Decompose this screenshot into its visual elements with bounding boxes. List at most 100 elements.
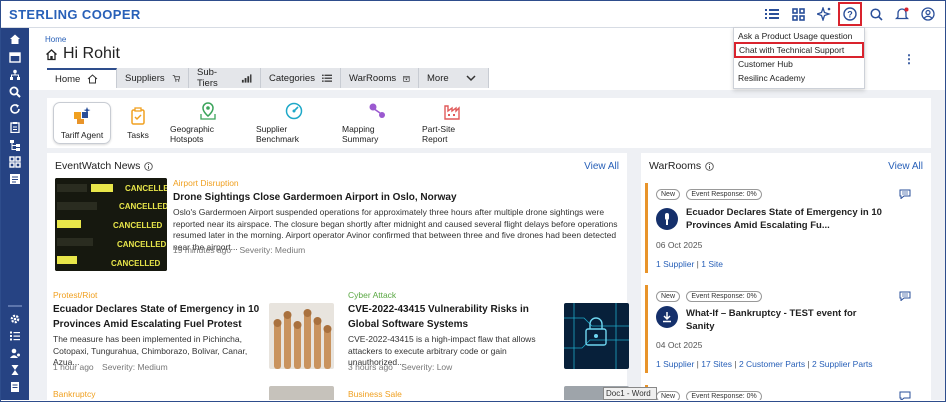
brand-logo[interactable]: STERLING COOPER — [9, 7, 141, 22]
tab-label: WarRooms — [349, 72, 397, 84]
warroom-card[interactable]: New Event Response: 0% — [645, 385, 921, 400]
list-view-icon[interactable] — [763, 5, 781, 23]
cancelled-sign: CANCELLED — [119, 202, 167, 211]
report-icon[interactable] — [8, 172, 22, 186]
menu-item-resilinc-academy[interactable]: Resilinc Academy — [734, 71, 864, 85]
quick-link-mapping-summary[interactable]: Mapping Summary — [337, 102, 417, 144]
menu-item-technical-support[interactable]: Chat with Technical Support — [734, 42, 864, 58]
warroom-badges: New Event Response: 0% — [656, 185, 765, 200]
quick-link-label: Geographic Hotspots — [170, 124, 214, 144]
tab-more[interactable]: More — [419, 68, 489, 88]
event-response-badge: Event Response: 0% — [686, 189, 762, 200]
news-time: 1 hour ago — [53, 362, 94, 372]
chat-icon[interactable] — [899, 391, 911, 400]
cyber-thumbnail[interactable] — [564, 303, 629, 369]
breadcrumb[interactable]: Home — [45, 35, 66, 44]
ai-sparkle-icon[interactable] — [815, 5, 833, 23]
calendar-icon[interactable] — [8, 50, 22, 64]
view-all-warrooms-link[interactable]: View All — [888, 161, 923, 172]
warroom-links: 1 Supplier | 1 Site — [656, 259, 723, 269]
tab-home[interactable]: Home — [47, 68, 117, 88]
view-all-news-link[interactable]: View All — [584, 161, 619, 172]
chat-icon[interactable] — [899, 189, 911, 199]
suppliers-link[interactable]: 1 Supplier — [656, 259, 694, 269]
warroom-card[interactable]: New Event Response: 0% Ecuador Declares … — [645, 183, 921, 273]
panel-title-text: WarRooms — [649, 160, 702, 172]
top-icons: ? — [763, 2, 937, 26]
protest-event-icon — [656, 208, 678, 230]
news-meta: 19 minutes ago Severity: Medium — [173, 245, 305, 255]
warroom-card[interactable]: New Event Response: 0% What-If – Bankrup… — [645, 285, 921, 373]
sites-link[interactable]: 1 Site — [701, 259, 723, 269]
tab-sub-tiers[interactable]: Sub-Tiers — [189, 67, 261, 89]
tab-label: More — [427, 72, 449, 84]
cancelled-sign: CANCELLED — [111, 259, 161, 268]
news-category-tag[interactable]: Cyber Attack — [348, 290, 396, 300]
quick-link-label: Mapping Summary — [342, 124, 379, 144]
checklist-icon[interactable] — [8, 329, 22, 343]
tab-label: Categories — [269, 72, 315, 84]
warroom-title[interactable]: What-If – Bankruptcy - TEST event for Sa… — [686, 307, 886, 333]
news-thumbnail[interactable] — [269, 386, 334, 400]
quick-link-supplier-benchmark[interactable]: Supplier Benchmark — [251, 102, 337, 144]
panel-title: EventWatch News — [55, 160, 154, 172]
sites-link[interactable]: 17 Sites — [701, 359, 732, 369]
search-icon[interactable] — [867, 5, 885, 23]
warroom-badges: New Event Response: 0% — [656, 387, 765, 400]
more-options-icon[interactable]: ⋮ — [903, 52, 915, 66]
featured-news-thumbnail[interactable]: CANCELLED CANCELLED CANCELLED CANCELLED … — [55, 178, 167, 271]
user-profile-icon[interactable] — [919, 5, 937, 23]
news-category-tag[interactable]: Business Sale — [348, 389, 402, 399]
clipboard-icon[interactable] — [8, 120, 22, 134]
tab-suppliers[interactable]: Suppliers — [117, 68, 189, 88]
news-headline[interactable]: Ecuador Declares State of Emergency in 1… — [53, 302, 263, 332]
user-group-icon[interactable] — [8, 346, 22, 360]
warroom-title[interactable]: Ecuador Declares State of Emergency in 1… — [686, 206, 886, 232]
suppliers-link[interactable]: 1 Supplier — [656, 359, 694, 369]
news-headline[interactable]: CVE-2022-43415 Vulnerability Risks in Gl… — [348, 302, 558, 332]
help-icon[interactable]: ? — [838, 2, 862, 26]
hierarchy-icon[interactable] — [8, 138, 22, 152]
supplier-parts-link[interactable]: 2 Supplier Parts — [812, 359, 872, 369]
search-icon[interactable] — [8, 85, 22, 99]
news-category-tag[interactable]: Bankruptcy — [53, 389, 96, 399]
settings-gear-icon[interactable] — [8, 312, 22, 326]
supplier-icon — [172, 74, 180, 82]
menu-item-product-usage[interactable]: Ask a Product Usage question — [734, 29, 864, 43]
quick-link-label: Tariff Agent — [60, 130, 104, 140]
panel-title-text: EventWatch News — [55, 160, 141, 172]
tab-warrooms[interactable]: WarRooms — [341, 68, 419, 88]
quick-link-label: Part-Site Report — [422, 124, 456, 144]
factory-icon — [443, 102, 461, 120]
quick-link-tasks[interactable]: Tasks — [111, 102, 165, 144]
chat-icon[interactable] — [899, 291, 911, 301]
news-category-tag[interactable]: Protest/Riot — [53, 290, 97, 300]
panel-title: WarRooms — [649, 160, 714, 172]
tariff-agent-icon — [72, 106, 92, 126]
news-severity: Severity: Low — [401, 362, 453, 372]
home-icon[interactable] — [8, 32, 22, 46]
notification-bell-icon[interactable] — [893, 5, 911, 23]
chevron-down-icon — [466, 74, 476, 81]
hourglass-icon[interactable] — [8, 363, 22, 377]
info-icon[interactable] — [705, 161, 714, 171]
quick-link-tariff-agent[interactable]: Tariff Agent — [53, 102, 111, 144]
tab-categories[interactable]: Categories — [261, 68, 341, 88]
new-badge: New — [656, 189, 681, 200]
news-headline[interactable]: Drone Sightings Close Gardermoen Airport… — [173, 190, 613, 205]
customer-parts-link[interactable]: 2 Customer Parts — [739, 359, 805, 369]
apps-grid-icon[interactable] — [789, 5, 807, 23]
dashboard-grid-icon[interactable] — [8, 155, 22, 169]
refresh-icon[interactable] — [8, 102, 22, 116]
quick-link-part-site-report[interactable]: Part-Site Report — [417, 102, 487, 144]
network-icon[interactable] — [8, 68, 22, 82]
document-icon[interactable] — [8, 380, 22, 394]
left-sidebar — [1, 28, 29, 400]
info-icon[interactable] — [144, 161, 154, 171]
mapping-icon — [367, 102, 387, 120]
tab-bar: Home Suppliers Sub-Tiers Categories WarR… — [47, 67, 489, 89]
news-category-tag[interactable]: Airport Disruption — [173, 178, 239, 188]
protest-thumbnail[interactable] — [269, 303, 334, 369]
menu-item-customer-hub[interactable]: Customer Hub — [734, 57, 864, 71]
quick-link-geographic-hotspots[interactable]: Geographic Hotspots — [165, 102, 251, 144]
